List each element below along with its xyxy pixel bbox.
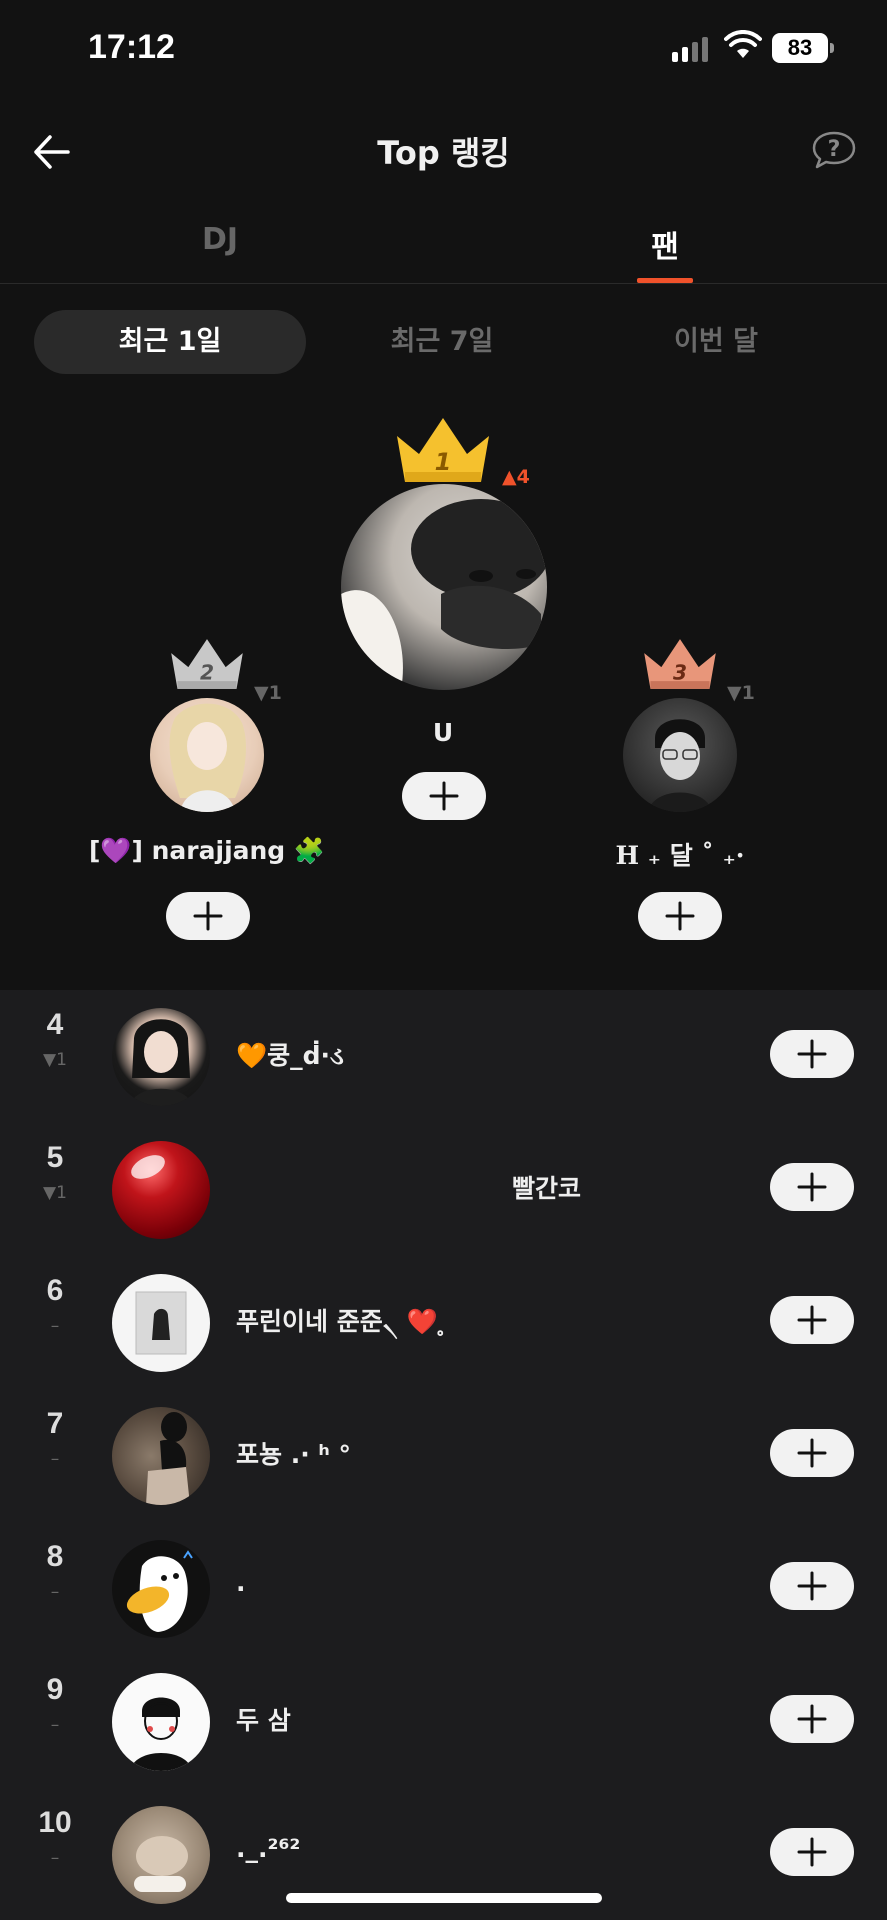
- follow-button[interactable]: [770, 1429, 854, 1477]
- plus-icon: [429, 781, 459, 811]
- follow-button-second[interactable]: [166, 892, 250, 940]
- podium-name-third: H ₊ 달 ˚ ₊·: [615, 841, 745, 870]
- podium-name-second: [💜] narajjang 🧩: [88, 836, 326, 865]
- avatar-third[interactable]: [623, 698, 737, 812]
- cellular-signal-icon: [672, 36, 708, 62]
- list-item-name: 푸린이네 준준৲ ❤️ ̥: [236, 1307, 447, 1336]
- plus-icon: [797, 1704, 827, 1734]
- list-item-name: 🧡쿵_ḋ·ડ: [236, 1041, 344, 1070]
- status-bar: 17:12 83: [0, 0, 887, 100]
- bronze-crown-icon: 3: [644, 639, 716, 689]
- rank-number: 6: [46, 1274, 64, 1307]
- follow-button[interactable]: [770, 1562, 854, 1610]
- svg-text:1: 1: [435, 448, 452, 476]
- rank-change: –: [50, 1449, 60, 1469]
- plus-icon: [797, 1172, 827, 1202]
- plus-icon: [797, 1837, 827, 1867]
- avatar[interactable]: [112, 1274, 210, 1372]
- list-item-name: 두 삼: [236, 1706, 291, 1735]
- rank-change: –: [50, 1582, 60, 1602]
- podium: 1 ▲4 U 2 ▼1 [💜] narajjang 🧩 3 ▼1 H ₊ 달 ˚…: [0, 400, 887, 990]
- list-item-name: 빨간코: [511, 1174, 581, 1203]
- avatar[interactable]: [112, 1540, 210, 1638]
- tab-dj[interactable]: DJ: [120, 222, 320, 257]
- period-this-month[interactable]: 이번 달: [580, 310, 852, 374]
- period-7days[interactable]: 최근 7일: [306, 310, 578, 374]
- rank-number: 8: [46, 1540, 64, 1573]
- plus-icon: [797, 1039, 827, 1069]
- avatar[interactable]: [112, 1008, 210, 1106]
- podium-name-first: U: [432, 718, 454, 747]
- list-item[interactable]: 9 – 두 삼: [0, 1655, 887, 1788]
- follow-button[interactable]: [770, 1828, 854, 1876]
- avatar-first[interactable]: [341, 484, 547, 690]
- avatar[interactable]: [112, 1673, 210, 1771]
- rank-change: –: [50, 1715, 60, 1735]
- list-item[interactable]: 5 ▼1 빨간코: [0, 1123, 887, 1256]
- svg-text:2: 2: [200, 661, 214, 685]
- rank-change-second: ▼1: [254, 682, 282, 704]
- rank-change-third: ▼1: [727, 682, 755, 704]
- rank-change: ▼1: [43, 1050, 67, 1070]
- list-item-name: .: [236, 1568, 246, 1597]
- follow-button[interactable]: [770, 1030, 854, 1078]
- plus-icon: [797, 1305, 827, 1335]
- tab-bar: DJ 팬: [0, 210, 887, 284]
- follow-button[interactable]: [770, 1296, 854, 1344]
- header: Top 랭킹 ?: [0, 100, 887, 200]
- rank-change: –: [50, 1848, 60, 1868]
- plus-icon: [665, 901, 695, 931]
- rank-change: –: [50, 1316, 60, 1336]
- help-icon[interactable]: ?: [811, 130, 857, 170]
- follow-button[interactable]: [770, 1163, 854, 1211]
- list-item[interactable]: 4 ▼1 🧡쿵_ḋ·ડ: [0, 990, 887, 1123]
- plus-icon: [193, 901, 223, 931]
- svg-text:?: ?: [828, 137, 841, 162]
- wifi-icon: [724, 30, 762, 58]
- avatar-second[interactable]: [150, 698, 264, 812]
- silver-crown-icon: 2: [171, 639, 243, 689]
- period-selector: 최근 1일 최근 7일 이번 달: [34, 310, 854, 374]
- svg-text:3: 3: [673, 661, 687, 685]
- period-1day[interactable]: 최근 1일: [34, 310, 306, 374]
- gold-crown-icon: 1: [397, 418, 489, 482]
- rank-number: 4: [46, 1008, 64, 1041]
- rank-number: 7: [46, 1407, 64, 1440]
- rank-change-first: ▲4: [502, 466, 530, 488]
- rank-number: 10: [38, 1806, 72, 1839]
- ranking-list: 4 ▼1 🧡쿵_ḋ·ડ 5 ▼1 빨간코 6 – 푸린이네 준준৲ ❤️ ̥ 7…: [0, 990, 887, 1920]
- avatar[interactable]: [112, 1407, 210, 1505]
- plus-icon: [797, 1571, 827, 1601]
- list-item-name: 포뇽 .· ʰ °: [236, 1440, 351, 1469]
- avatar[interactable]: [112, 1806, 210, 1904]
- tab-active-indicator: [637, 278, 693, 283]
- battery-icon: 83: [772, 33, 834, 63]
- home-indicator: [286, 1893, 602, 1903]
- rank-number: 9: [46, 1673, 64, 1706]
- tab-fan[interactable]: 팬: [565, 222, 765, 266]
- follow-button-third[interactable]: [638, 892, 722, 940]
- follow-button[interactable]: [770, 1695, 854, 1743]
- follow-button-first[interactable]: [402, 772, 486, 820]
- list-item-name: ._.²⁶²: [236, 1834, 301, 1863]
- list-item[interactable]: 8 – .: [0, 1522, 887, 1655]
- list-item[interactable]: 7 – 포뇽 .· ʰ °: [0, 1389, 887, 1522]
- plus-icon: [797, 1438, 827, 1468]
- list-item[interactable]: 6 – 푸린이네 준준৲ ❤️ ̥: [0, 1256, 887, 1389]
- status-time: 17:12: [88, 28, 175, 66]
- page-title: Top 랭킹: [377, 134, 510, 172]
